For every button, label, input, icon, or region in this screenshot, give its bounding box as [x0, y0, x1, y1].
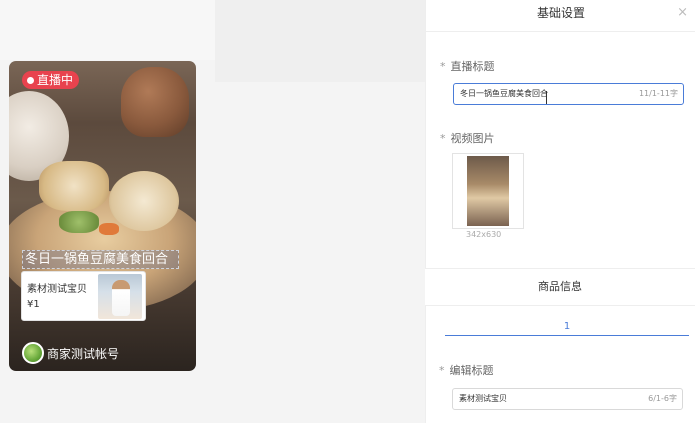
pot-image	[121, 67, 189, 137]
preview-area: 直播中 冬日一锅鱼豆腐美食回合 素材测试宝贝 ¥1 商家测试帐号	[0, 0, 425, 423]
live-title-input[interactable]: 冬日一锅鱼豆腐美食回合 11/1-11字	[453, 83, 684, 105]
panel-title: 基础设置	[536, 6, 585, 20]
shop-logo-icon	[22, 342, 44, 364]
product-section-header: 商品信息	[425, 268, 695, 306]
live-title-label: * 直播标题	[440, 60, 495, 73]
live-preview-phone	[9, 61, 196, 371]
edit-title-count: 6/1-6字	[648, 394, 677, 403]
shop-name: 商家测试帐号	[47, 346, 120, 361]
product-card[interactable]: 素材测试宝贝 ¥1	[21, 271, 146, 321]
edit-title-input[interactable]: 素材测试宝贝 6/1-6字	[452, 388, 683, 410]
product-section-title: 商品信息	[538, 280, 582, 293]
panel-header: 基础设置 ×	[426, 0, 695, 32]
shop-info: 商家测试帐号	[22, 342, 119, 364]
live-title-count: 11/1-11字	[638, 89, 678, 98]
live-title-overlay[interactable]: 冬日一锅鱼豆腐美食回合	[22, 250, 179, 269]
video-image-label: * 视频图片	[440, 132, 495, 145]
close-icon[interactable]: ×	[677, 5, 688, 20]
preview-top-strip	[0, 0, 425, 82]
video-thumbnail	[467, 156, 509, 226]
tab-product-1[interactable]: 1	[564, 321, 570, 332]
product-name: 素材测试宝贝	[27, 284, 87, 295]
text-cursor-icon	[546, 91, 547, 104]
live-dot-icon	[27, 76, 34, 84]
video-image-upload[interactable]	[452, 153, 524, 229]
product-tabs: 1	[445, 314, 689, 336]
edit-title-label: * 编辑标题	[439, 364, 494, 377]
product-price: ¥1	[27, 299, 40, 310]
live-badge: 直播中	[22, 71, 80, 89]
product-image	[98, 274, 142, 319]
video-image-size: 342x630	[466, 230, 502, 239]
